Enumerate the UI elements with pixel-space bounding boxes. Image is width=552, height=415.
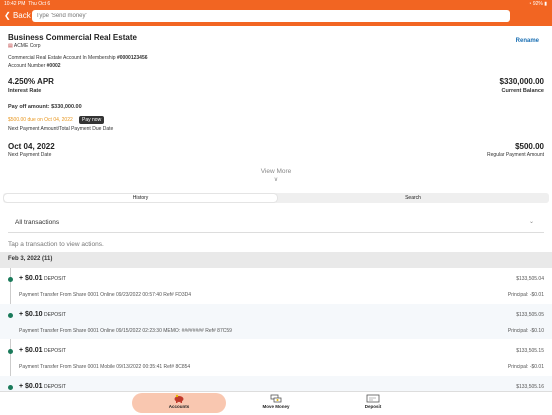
tab-label: Deposit [364, 404, 382, 409]
wifi-icon: ◔ [528, 1, 532, 7]
transaction-amount: + $0.01 [19, 347, 43, 354]
tab-move-money[interactable]: Move Money [230, 392, 322, 415]
group-label: Feb 3, 2022 (11) [8, 256, 53, 262]
table-row[interactable]: + $0.10 DEPOSIT $133,505.05 Payment Tran… [0, 304, 552, 339]
regular-payment-amount: $500.00 [515, 142, 544, 151]
table-row[interactable]: + $0.01 DEPOSIT $133,505.15 Payment Tran… [0, 340, 552, 375]
account-org: ▤ ACME Corp [8, 43, 41, 49]
group-header: Feb 3, 2022 (11) [0, 252, 552, 268]
transaction-principal: Principal: -$0.10 [507, 328, 544, 334]
transaction-amount: + $0.01 [19, 383, 43, 390]
current-balance-value: $330,000.00 [499, 77, 545, 86]
tab-label: Move Money [262, 404, 290, 409]
back-button[interactable]: ❮ Back [4, 11, 31, 20]
transaction-balance: $133,505.04 [516, 276, 544, 282]
timeline-dot [8, 349, 13, 354]
battery-icon: ▮ [544, 1, 547, 7]
transaction-amount: + $0.10 [19, 311, 43, 318]
interest-rate-label: Interest Rate [8, 88, 42, 94]
timeline-dot [8, 313, 13, 318]
membership-line: Commercial Real Estate Account In Member… [8, 55, 148, 61]
transaction-balance: $133,505.15 [516, 348, 544, 354]
timeline-dot [8, 385, 13, 390]
pay-now-button[interactable]: Pay now [79, 116, 105, 124]
transaction-balance: $133,505.16 [516, 384, 544, 390]
tab-accounts[interactable]: Accounts [132, 392, 226, 415]
status-bar: 10:42 PM Thu Oct 6 ◔ 92% ▮ [0, 0, 552, 9]
payment-due-text: $500.00 due on Oct 04, 2022 [8, 117, 73, 123]
transaction-filter[interactable]: All transactions [15, 219, 59, 226]
search-input[interactable] [32, 10, 510, 22]
transaction-balance: $133,505.05 [516, 312, 544, 318]
tab-search[interactable]: Search [278, 194, 548, 202]
piggy-bank-icon [174, 394, 184, 403]
regular-payment-label: Regular Payment Amount [487, 152, 544, 158]
move-money-icon [270, 394, 282, 403]
transaction-description: Payment Transfer From Share 0001 Online … [19, 292, 192, 298]
transaction-amount: + $0.01 [19, 275, 43, 282]
transaction-principal: Principal: -$0.01 [507, 364, 544, 370]
view-more-button[interactable]: View More [0, 168, 552, 175]
check-deposit-icon [366, 394, 380, 403]
building-icon: ▤ [8, 43, 13, 49]
payment-due-label: Next Payment Amount/Total Payment Due Da… [8, 126, 114, 132]
interest-rate-value: 4.250% APR [8, 77, 54, 86]
payoff-amount: Pay off amount: $330,000.00 [8, 104, 82, 110]
transaction-type: DEPOSIT [44, 312, 66, 318]
transaction-description: Payment Transfer From Share 0001 Mobile … [19, 364, 191, 370]
status-time: 10:42 PM Thu Oct 6 [4, 1, 51, 7]
transaction-type: DEPOSIT [44, 348, 66, 354]
next-payment-date: Oct 04, 2022 [8, 142, 55, 151]
tab-label: Accounts [168, 404, 190, 409]
back-label: Back [12, 11, 31, 20]
account-number-line: Account Number #0002 [8, 63, 61, 69]
status-right: ◔ 92% ▮ [528, 1, 547, 7]
timeline-dot [8, 277, 13, 282]
current-balance-label: Current Balance [501, 88, 545, 94]
tab-deposit[interactable]: Deposit [326, 392, 420, 415]
account-title: Business Commercial Real Estate [8, 33, 137, 42]
bottom-tab-bar: Accounts Move Money Deposit [0, 391, 552, 415]
battery-percent: 92% [532, 1, 543, 7]
tab-history[interactable]: History [4, 194, 277, 202]
hint-text: Tap a transaction to view actions. [8, 241, 104, 248]
transaction-principal: Principal: -$0.01 [507, 292, 544, 298]
rename-button[interactable]: Rename [516, 38, 539, 44]
top-nav: ❮ Back [0, 9, 552, 26]
table-row[interactable]: + $0.01 DEPOSIT $133,505.04 Payment Tran… [0, 268, 552, 303]
divider [8, 232, 544, 233]
next-payment-date-label: Next Payment Date [8, 152, 52, 158]
chevron-left-icon: ❮ [4, 11, 11, 20]
transaction-type: DEPOSIT [44, 384, 66, 390]
chevron-down-icon[interactable]: ∨ [0, 176, 552, 183]
chevron-down-icon[interactable]: ⌄ [529, 218, 534, 225]
transaction-description: Payment Transfer From Share 0001 Online … [19, 328, 232, 334]
transaction-type: DEPOSIT [44, 276, 66, 282]
segmented-control: History Search [3, 193, 549, 203]
table-row[interactable]: + $0.01 DEPOSIT $133,505.16 [0, 376, 552, 391]
